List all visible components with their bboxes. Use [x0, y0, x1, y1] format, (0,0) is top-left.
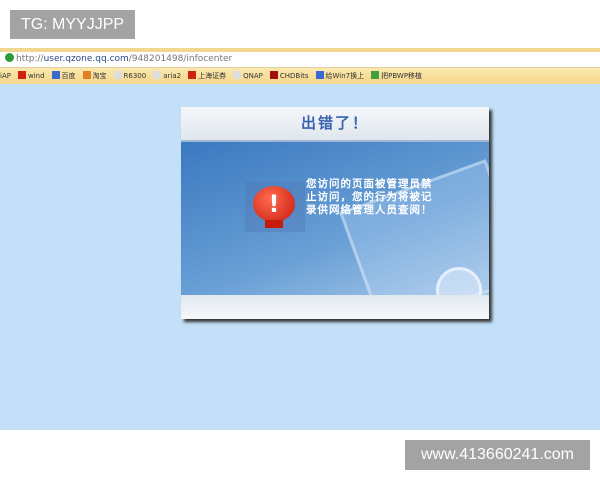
bookmark-label: CHDBits — [279, 72, 309, 80]
bookmark-label: iAP — [0, 72, 11, 80]
bookmark-label: 给Win7换上 — [325, 72, 365, 80]
bookmark-icon — [82, 71, 91, 79]
bookmark-item[interactable]: wind — [17, 71, 45, 80]
bookmark-item[interactable]: 上海证券 — [188, 71, 227, 80]
bookmark-icon — [188, 71, 197, 79]
bookmark-icon — [315, 71, 324, 79]
bookmark-item[interactable]: R6300 — [113, 71, 147, 80]
url-host: user.qzone.qq.com — [43, 54, 129, 64]
secure-shield-icon — [5, 53, 14, 62]
bookmark-item[interactable]: QNAP — [233, 71, 263, 80]
error-message: 您访问的页面被管理员禁止访问，您的行为将被记录供网络管理人员查阅！ — [306, 178, 433, 216]
bookmark-icon — [269, 71, 278, 79]
bookmark-label: wind — [27, 72, 45, 80]
bookmarks-bar: iAP wind 百度 淘宝 R6300 aria2 上海证券 QNAP CHDBits 给Win… — [0, 68, 600, 84]
watermark-bottom: www.413660241.com — [405, 440, 590, 470]
bookmark-label: R6300 — [123, 72, 147, 80]
bookmark-label: QNAP — [243, 72, 263, 80]
error-dialog: 出错了！ ! 您访问的页面被管理员禁止访问，您的行为将被记录供网络管理人员查阅！ — [181, 107, 489, 319]
bookmark-item[interactable]: 给Win7换上 — [315, 71, 365, 80]
bookmark-icon — [371, 71, 380, 79]
dialog-footer — [181, 295, 489, 319]
bookmark-item[interactable]: 把PBWP移植 — [371, 71, 423, 80]
bookmark-item[interactable]: aria2 — [153, 71, 182, 80]
exclamation-icon: ! — [245, 182, 305, 232]
bookmark-icon — [233, 71, 242, 79]
bookmark-item[interactable]: 百度 — [51, 71, 76, 80]
bookmark-label: 把PBWP移植 — [381, 72, 423, 80]
watermark-top: TG: MYYJJPP — [10, 10, 135, 39]
url-prefix: http:// — [16, 54, 44, 64]
bookmark-icon — [17, 71, 26, 79]
address-bar[interactable]: http://user.qzone.qq.com/948201498/infoc… — [0, 52, 600, 68]
bookmark-label: 百度 — [61, 72, 76, 80]
bookmark-icon — [51, 71, 60, 79]
bookmark-label: aria2 — [163, 72, 182, 80]
bookmark-item[interactable]: iAP — [0, 72, 11, 80]
bookmark-icon — [113, 71, 122, 79]
url-path: /948201498/infocenter — [128, 54, 233, 64]
bookmark-icon — [153, 71, 162, 79]
dialog-body: ! 您访问的页面被管理员禁止访问，您的行为将被记录供网络管理人员查阅！ — [181, 142, 489, 295]
bookmark-label: 上海证券 — [198, 72, 227, 80]
dialog-title: 出错了！ — [181, 107, 489, 142]
bookmark-item[interactable]: CHDBits — [269, 71, 309, 80]
bookmark-item[interactable]: 淘宝 — [82, 71, 107, 80]
bookmark-label: 淘宝 — [92, 72, 107, 80]
